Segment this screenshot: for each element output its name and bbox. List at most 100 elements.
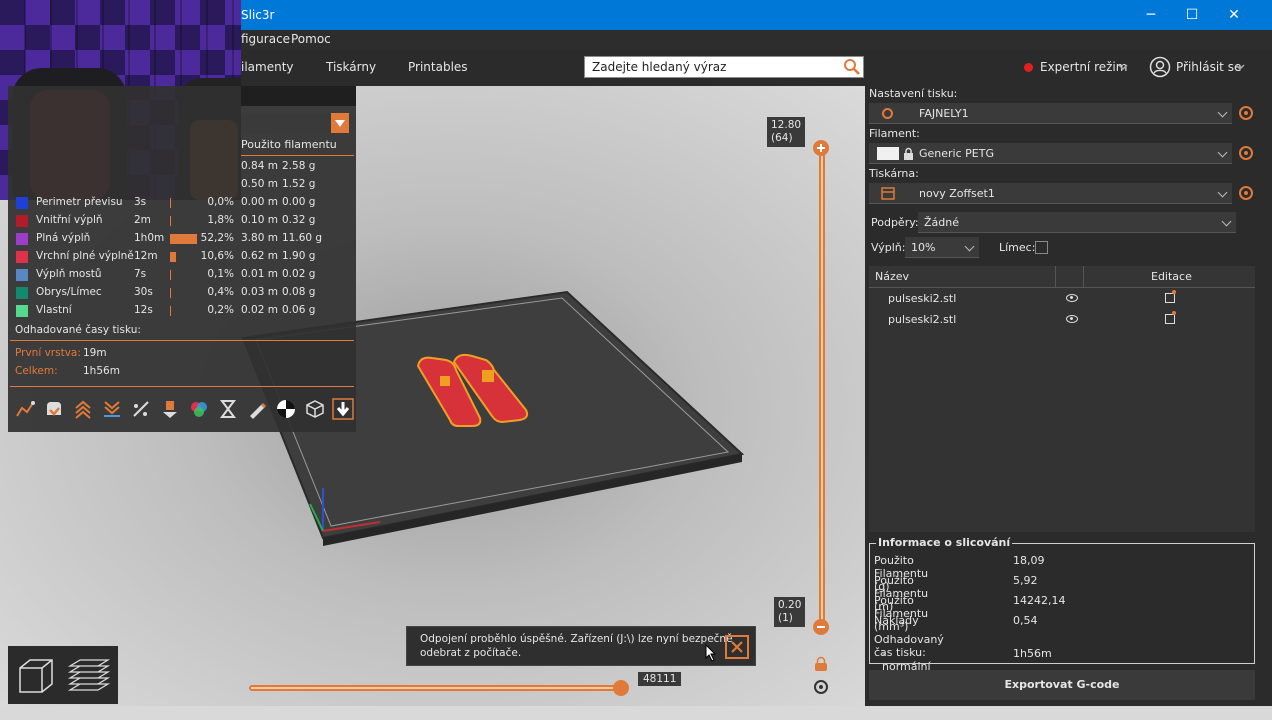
menu-item-help[interactable]: Pomoc	[291, 32, 331, 46]
brim-checkbox[interactable]	[1035, 241, 1048, 254]
close-window-button[interactable]: ✕	[1213, 0, 1255, 30]
infill-combo[interactable]: 10%	[905, 237, 979, 258]
tool-changes-icon[interactable]	[159, 398, 181, 420]
list-item[interactable]: pulseski2.stl	[869, 309, 1255, 330]
first-layer-value: 19m	[83, 347, 107, 359]
estimated-times-header: Odhadované časy tisku:	[15, 324, 141, 336]
close-icon[interactable]	[725, 635, 749, 659]
view-type-combo[interactable]	[241, 113, 333, 133]
status-bar	[0, 706, 1272, 720]
edit-icon[interactable]	[1165, 290, 1176, 303]
custom-gcodes-icon[interactable]	[246, 398, 268, 420]
export-gcode-button[interactable]: Exportovat G-code	[869, 670, 1255, 700]
retractions-icon[interactable]	[72, 398, 94, 420]
expert-mode-selector[interactable]: Expertní režim	[1040, 60, 1127, 74]
chevron-down-icon	[1217, 187, 1228, 198]
login-button[interactable]: Přihlásit se	[1176, 60, 1241, 74]
view-type-dropdown-button[interactable]	[331, 113, 349, 133]
chevron-down-icon	[964, 241, 975, 252]
row-grams: 0.32 g	[282, 214, 316, 226]
row-grams: 1.90 g	[282, 250, 316, 262]
settings-icon[interactable]	[812, 678, 830, 696]
menu-item-configuration[interactable]: figurace	[241, 32, 290, 46]
infill-value: 10%	[911, 241, 936, 254]
divider	[241, 155, 354, 156]
row-color-swatch	[16, 269, 28, 281]
3d-view-icon[interactable]	[16, 656, 56, 696]
infill-label: Výplň:	[871, 241, 906, 254]
row-percent: 1,8%	[207, 214, 234, 226]
search-icon[interactable]	[843, 58, 861, 76]
chevron-down-icon	[1217, 107, 1228, 118]
row-grams: 11.60 g	[282, 232, 323, 244]
gear-icon[interactable]	[1239, 186, 1253, 200]
eye-icon[interactable]	[1066, 315, 1078, 323]
row-time: 12s	[134, 304, 153, 316]
row-meters: 3.80 m	[241, 232, 278, 244]
column-edit[interactable]: Editace	[1151, 270, 1192, 283]
row-grams: 0.08 g	[282, 286, 316, 298]
row-meters: 0.62 m	[241, 250, 278, 262]
print-settings-label: Nastavení tisku:	[869, 87, 958, 100]
center-of-gravity-icon[interactable]	[275, 398, 297, 420]
row-grams: 0.00 g	[282, 196, 316, 208]
row-color-swatch	[16, 215, 28, 227]
printer-label: Tiskárna:	[869, 167, 919, 180]
maximize-button[interactable]: ☐	[1171, 0, 1213, 30]
seams-icon[interactable]	[130, 398, 152, 420]
tool-marker-icon[interactable]	[332, 398, 354, 420]
row-meters: 0.00 m	[241, 196, 278, 208]
row-color-swatch	[16, 233, 28, 245]
row-time: 30s	[134, 286, 153, 298]
notification-toast: Odpojení proběhlo úspěšné. Zařízení (J:\…	[406, 626, 756, 666]
expert-mode-icon	[1024, 63, 1033, 72]
gear-icon[interactable]	[1239, 146, 1253, 160]
wipe-icon[interactable]	[43, 398, 65, 420]
pause-prints-icon[interactable]	[217, 398, 239, 420]
layer-slider-lower-thumb[interactable]	[812, 618, 830, 636]
supports-combo[interactable]: Žádné	[918, 212, 1236, 233]
preview-layers-icon[interactable]	[68, 656, 110, 696]
eye-icon[interactable]	[1066, 294, 1078, 302]
deretractions-icon[interactable]	[101, 398, 123, 420]
minimize-button[interactable]: ─	[1130, 0, 1172, 30]
toast-line-1: Odpojení proběhlo úspěšné. Zařízení (J:\…	[420, 633, 733, 645]
edit-icon[interactable]	[1165, 311, 1176, 324]
object-name: pulseski2.stl	[888, 313, 957, 326]
slice-info-key: Náklady	[874, 614, 919, 627]
divider	[10, 386, 354, 387]
slice-info-value: 1h56m	[1013, 647, 1052, 660]
row-name: Plná výplň	[36, 232, 91, 244]
print-settings-combo[interactable]: FAJNELY1	[869, 103, 1232, 124]
object-name: pulseski2.stl	[888, 292, 957, 305]
move-slider-thumb[interactable]	[612, 679, 630, 697]
list-item[interactable]: pulseski2.stl	[869, 288, 1255, 309]
tab-filaments[interactable]: ilamenty	[241, 60, 294, 74]
tab-printers[interactable]: Tiskárny	[326, 60, 376, 74]
search-input[interactable]: Zadejte hledaný výraz	[584, 56, 864, 78]
divider	[1083, 266, 1084, 288]
legend-row: 0.50 m 1.52 g	[8, 176, 356, 194]
row-time: 7s	[134, 268, 147, 280]
usage-header: Použito filamentu	[241, 138, 337, 151]
user-icon[interactable]	[1149, 56, 1171, 78]
filament-combo[interactable]: Generic PETG	[869, 143, 1232, 164]
row-grams: 1.52 g	[282, 178, 316, 190]
row-share-bar	[170, 216, 171, 226]
tab-printables[interactable]: Printables	[408, 60, 468, 74]
slice-info-value: 0,54	[1013, 614, 1038, 627]
travel-icon[interactable]	[14, 398, 36, 420]
supports-value: Žádné	[924, 216, 959, 229]
brim-label: Límec:	[999, 241, 1036, 254]
lock-icon[interactable]	[814, 656, 828, 672]
color-changes-icon[interactable]	[188, 398, 210, 420]
column-name[interactable]: Název	[875, 270, 909, 283]
layer-top-height: 12.80	[771, 119, 802, 131]
gear-icon[interactable]	[1239, 106, 1253, 120]
printer-combo[interactable]: novy Zoffset1	[869, 183, 1232, 204]
shells-icon[interactable]	[304, 398, 326, 420]
layer-slider-upper-thumb[interactable]	[812, 139, 830, 157]
row-percent: 0,2%	[207, 304, 234, 316]
row-percent: 0,1%	[207, 268, 234, 280]
slice-info-value: 14242,14	[1013, 594, 1066, 607]
